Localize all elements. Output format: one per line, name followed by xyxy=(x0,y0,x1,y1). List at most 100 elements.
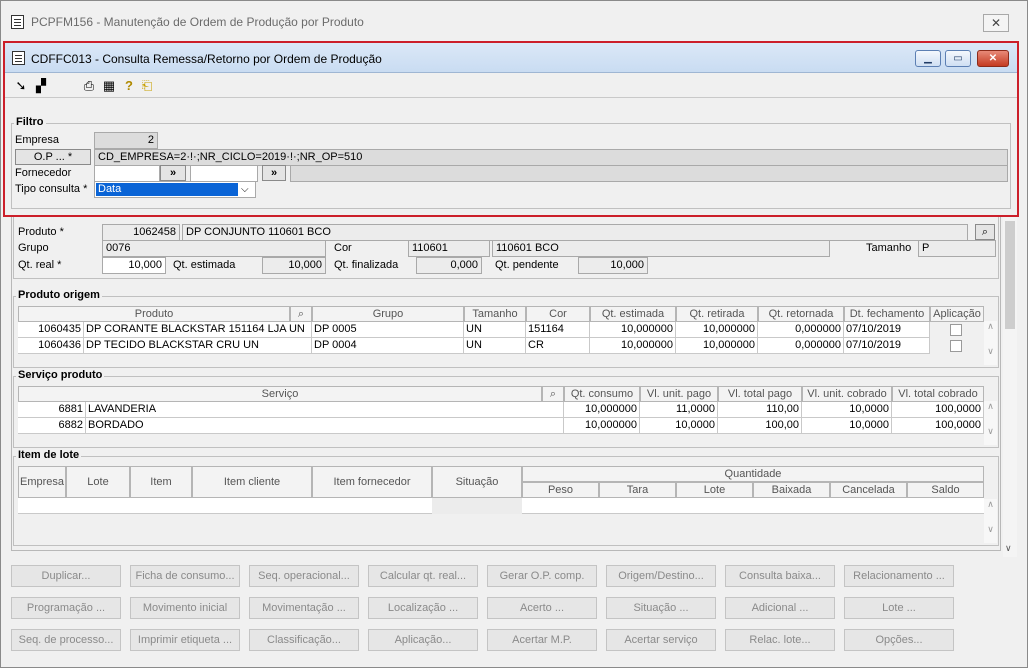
table-row-1-desc[interactable]: DP CORANTE BLACKSTAR 151164 LJA UN xyxy=(84,322,312,338)
produto-origem-scrollbar[interactable]: ∧ ∨ xyxy=(984,321,997,365)
table-row-1-grupo[interactable]: DP 0005 xyxy=(312,322,464,338)
relacionamento-button[interactable]: Relacionamento ... xyxy=(844,565,954,587)
duplicar-button[interactable]: Duplicar... xyxy=(11,565,121,587)
col-header-situacao[interactable]: Situação xyxy=(432,466,522,498)
fornecedor-code-field[interactable] xyxy=(94,165,160,182)
col-header-empresa[interactable]: Empresa xyxy=(18,466,66,498)
acertar-servico-button[interactable]: Acertar serviço xyxy=(606,629,716,651)
produto-code-field[interactable]: 1062458 xyxy=(102,224,180,241)
fornecedor-next-button[interactable]: » xyxy=(160,165,186,181)
col-header-produto[interactable]: Produto xyxy=(18,306,290,322)
table-row-1-qt-retornada[interactable]: 0,000000 xyxy=(758,322,844,338)
table-row-2-aplicacao-checkbox[interactable] xyxy=(950,340,962,352)
table-row-1-qt-retirada[interactable]: 10,000000 xyxy=(676,322,758,338)
cor-code-field[interactable]: 110601 xyxy=(408,240,490,257)
situacao-cell[interactable] xyxy=(432,498,522,514)
seq-operacional-button[interactable]: Seq. operacional... xyxy=(249,565,359,587)
servico-produto-scrollbar[interactable]: ∧ ∨ xyxy=(984,401,997,445)
col-header-vl-unit-cobrado[interactable]: Vl. unit. cobrado xyxy=(802,386,892,402)
col-header-cor[interactable]: Cor xyxy=(526,306,590,322)
col-header-produto-search[interactable]: ⌕ xyxy=(290,306,312,322)
adicional-button[interactable]: Adicional ... xyxy=(725,597,835,619)
qt-estimada-field[interactable]: 10,000 xyxy=(262,257,326,274)
col-header-baixada[interactable]: Baixada xyxy=(753,482,830,498)
print-icon[interactable]: ⎙ xyxy=(81,78,97,94)
movimento-inicial-button[interactable]: Movimento inicial xyxy=(130,597,240,619)
col-header-aplicacao[interactable]: Aplicação xyxy=(930,306,984,322)
grid-icon[interactable]: ▦ xyxy=(101,78,117,94)
servico-row-1-vl-total-pago[interactable]: 110,00 xyxy=(718,402,802,418)
qt-finalizada-field[interactable]: 0,000 xyxy=(416,257,482,274)
table-row-2-dt-fechamento[interactable]: 07/10/2019 xyxy=(844,338,930,354)
col-header-servico-search[interactable]: ⌕ xyxy=(542,386,564,402)
col-header-qt-retirada[interactable]: Qt. retirada xyxy=(676,306,758,322)
col-header-lote[interactable]: Lote xyxy=(66,466,130,498)
servico-row-2-vl-total-pago[interactable]: 100,00 xyxy=(718,418,802,434)
grupo-field[interactable]: 0076 xyxy=(102,240,326,257)
table-row-2-qt-retornada[interactable]: 0,000000 xyxy=(758,338,844,354)
programacao-button[interactable]: Programação ... xyxy=(11,597,121,619)
ficha-consumo-button[interactable]: Ficha de consumo... xyxy=(130,565,240,587)
qt-pendente-field[interactable]: 10,000 xyxy=(578,257,648,274)
table-row-1-dt-fechamento[interactable]: 07/10/2019 xyxy=(844,322,930,338)
col-header-item[interactable]: Item xyxy=(130,466,192,498)
cor-desc-field[interactable]: 110601 BCO xyxy=(492,240,830,257)
servico-row-1-vl-unit-cobrado[interactable]: 10,0000 xyxy=(802,402,892,418)
aplicacao-button[interactable]: Aplicação... xyxy=(368,629,478,651)
scrollbar-thumb[interactable] xyxy=(1005,221,1015,329)
imprimir-etiqueta-button[interactable]: Imprimir etiqueta ... xyxy=(130,629,240,651)
localizacao-button[interactable]: Localização ... xyxy=(368,597,478,619)
situacao-button[interactable]: Situação ... xyxy=(606,597,716,619)
main-vertical-scrollbar[interactable]: ∨ xyxy=(1003,217,1017,557)
col-header-dt-fechamento[interactable]: Dt. fechamento xyxy=(844,306,930,322)
produto-desc-field[interactable]: DP CONJUNTO 110601 BCO xyxy=(182,224,968,241)
servico-row-1-qt-consumo[interactable]: 10,000000 xyxy=(564,402,640,418)
empresa-field[interactable]: 2 xyxy=(94,132,158,149)
servico-row-2-vl-unit-cobrado[interactable]: 10,0000 xyxy=(802,418,892,434)
opcoes-button[interactable]: Opções... xyxy=(844,629,954,651)
col-header-item-cliente[interactable]: Item cliente xyxy=(192,466,312,498)
servico-row-1-vl-unit-pago[interactable]: 11,0000 xyxy=(640,402,718,418)
op-field[interactable]: CD_EMPRESA=2·!·;NR_CICLO=2019·!·;NR_OP=5… xyxy=(94,149,1008,166)
table-row-1-cor[interactable]: 151164 xyxy=(526,322,590,338)
outer-close-button[interactable]: ✕ xyxy=(983,14,1009,32)
table-row[interactable] xyxy=(18,498,984,514)
lote-button[interactable]: Lote ... xyxy=(844,597,954,619)
seq-processo-button[interactable]: Seq. de processo... xyxy=(11,629,121,651)
servico-row-2-code[interactable]: 6882 xyxy=(18,418,86,434)
relac-lote-button[interactable]: Relac. lote... xyxy=(725,629,835,651)
servico-row-1-vl-total-cobrado[interactable]: 100,0000 xyxy=(892,402,984,418)
col-header-qty-lote[interactable]: Lote xyxy=(676,482,753,498)
maximize-button[interactable]: ▭ xyxy=(945,50,971,67)
col-header-servico[interactable]: Serviço xyxy=(18,386,542,402)
tipo-consulta-select[interactable]: Data ⌵ xyxy=(94,181,256,198)
servico-row-1-code[interactable]: 6881 xyxy=(18,402,86,418)
item-lote-scrollbar[interactable]: ∧ ∨ xyxy=(984,499,997,543)
calcular-qt-real-button[interactable]: Calcular qt. real... xyxy=(368,565,478,587)
exit-icon[interactable]: ⎗ xyxy=(139,78,155,94)
windows-icon[interactable]: ▞ xyxy=(33,78,49,94)
col-header-qt-estimada[interactable]: Qt. estimada xyxy=(590,306,676,322)
col-header-tara[interactable]: Tara xyxy=(599,482,676,498)
col-header-item-fornecedor[interactable]: Item fornecedor xyxy=(312,466,432,498)
origem-destino-button[interactable]: Origem/Destino... xyxy=(606,565,716,587)
consulta-baixa-button[interactable]: Consulta baixa... xyxy=(725,565,835,587)
servico-row-1-desc[interactable]: LAVANDERIA xyxy=(86,402,564,418)
help-icon[interactable]: ? xyxy=(121,78,137,94)
arrow-icon[interactable]: ➘ xyxy=(13,78,29,94)
gerar-op-comp-button[interactable]: Gerar O.P. comp. xyxy=(487,565,597,587)
col-header-grupo[interactable]: Grupo xyxy=(312,306,464,322)
servico-row-2-qt-consumo[interactable]: 10,000000 xyxy=(564,418,640,434)
col-header-vl-unit-pago[interactable]: Vl. unit. pago xyxy=(640,386,718,402)
table-row-2-code[interactable]: 1060436 xyxy=(18,338,84,354)
fornecedor-desc-field[interactable] xyxy=(290,165,1008,182)
tamanho-field[interactable]: P xyxy=(918,240,996,257)
table-row-1-tamanho[interactable]: UN xyxy=(464,322,526,338)
table-row-2-desc[interactable]: DP TECIDO BLACKSTAR CRU UN xyxy=(84,338,312,354)
col-header-peso[interactable]: Peso xyxy=(522,482,599,498)
servico-row-2-desc[interactable]: BORDADO xyxy=(86,418,564,434)
table-row-1-code[interactable]: 1060435 xyxy=(18,322,84,338)
fornecedor-next2-button[interactable]: » xyxy=(262,165,286,181)
minimize-button[interactable]: ▁ xyxy=(915,50,941,67)
close-button[interactable]: ✕ xyxy=(977,50,1009,67)
